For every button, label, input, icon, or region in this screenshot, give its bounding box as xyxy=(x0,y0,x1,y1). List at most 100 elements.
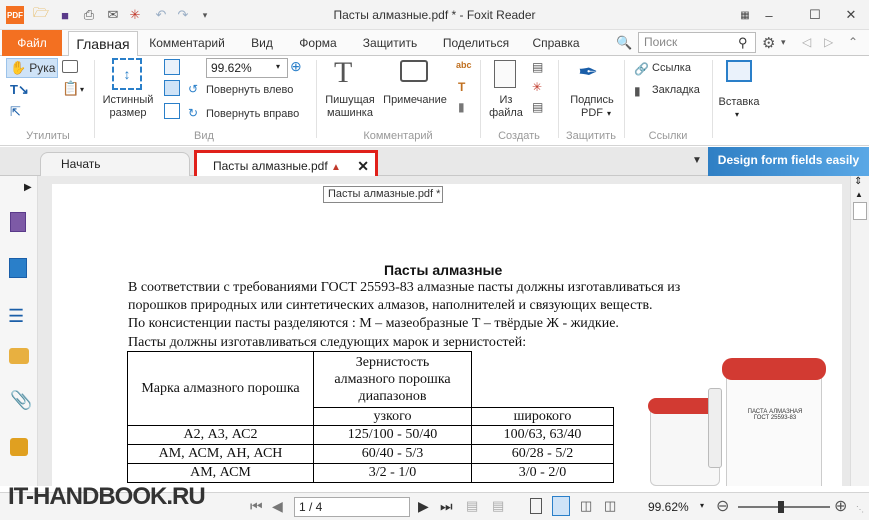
create-clipboard-icon[interactable]: ✳ xyxy=(532,80,542,94)
document-viewport[interactable]: Пасты алмазные В соответствии с требован… xyxy=(38,176,850,486)
insert-button[interactable]: Вставка xyxy=(716,96,762,109)
group-label-protect: Защитить xyxy=(566,130,616,142)
last-page-icon[interactable]: ⏭ xyxy=(440,498,453,515)
create-blank-icon[interactable]: ▤ xyxy=(532,60,543,74)
search-icon[interactable]: ⚲ xyxy=(738,35,748,51)
zoom-out-icon[interactable]: ⊖ xyxy=(716,496,729,516)
collapse-ribbon-icon[interactable]: ⌃ xyxy=(848,35,858,49)
expand-panel-icon[interactable]: ▶ xyxy=(24,182,32,193)
next-view-icon[interactable]: ▤ xyxy=(492,498,504,514)
page-number-value: 1 / 4 xyxy=(299,500,323,514)
attachments-panel-icon[interactable]: 📎 xyxy=(10,390,32,411)
insert-dropdown-icon[interactable]: ▾ xyxy=(735,110,739,119)
continuous-page-icon[interactable] xyxy=(552,496,570,516)
hand-tool-button[interactable]: ✋ Рука xyxy=(6,58,58,78)
first-page-icon[interactable]: ⏮ xyxy=(250,498,263,515)
scroll-up-icon[interactable]: ▲ xyxy=(855,190,863,199)
grain-header-line-3: диапазонов xyxy=(358,389,427,404)
settings-gear-icon[interactable]: ⚙ xyxy=(762,34,775,52)
zoom-in-status-icon[interactable]: ⊕ xyxy=(834,496,847,516)
from-file-button[interactable]: Из файла xyxy=(484,94,528,120)
page-number-input[interactable]: 1 / 4 xyxy=(294,497,410,517)
jar-large: ПАСТА АЛМАЗНАЯ ГОСТ 25593-83 xyxy=(726,372,822,486)
reflow-icon[interactable] xyxy=(164,103,180,119)
vertical-scrollbar[interactable]: ⇕ ▲ xyxy=(850,176,869,486)
zoom-slider-thumb[interactable] xyxy=(778,501,784,513)
rotate-left-icon[interactable]: ↺ xyxy=(188,82,198,96)
close-icon[interactable]: ✕ xyxy=(840,4,862,26)
typewriter-icon[interactable]: T xyxy=(334,56,352,90)
tab-start[interactable]: Начать xyxy=(40,152,190,176)
prev-view-icon[interactable]: ▤ xyxy=(466,498,478,514)
tab-home[interactable]: Главная xyxy=(68,31,138,57)
rotate-left-button[interactable]: Повернуть влево xyxy=(206,84,293,97)
layers-panel-icon[interactable]: ☰ xyxy=(8,306,24,327)
rotate-right-button[interactable]: Повернуть вправо xyxy=(206,108,299,121)
tab-active-label: Пасты алмазные.pdf xyxy=(213,159,328,173)
actual-size-icon[interactable]: ↕ xyxy=(112,58,142,90)
find-folder-icon[interactable]: 🔍 xyxy=(616,35,632,51)
nav-back-icon[interactable]: ◁ xyxy=(802,35,811,49)
bookmark-icon[interactable]: ▮ xyxy=(634,84,641,98)
bookmarks-panel-icon[interactable] xyxy=(10,212,26,232)
tab-view[interactable]: Вид xyxy=(240,30,284,56)
insert-icon[interactable] xyxy=(726,60,752,82)
snapshot-icon[interactable] xyxy=(62,60,78,73)
zoom-dropdown-icon[interactable]: ▾ xyxy=(700,501,704,510)
zoom-dropdown-icon[interactable]: ▾ xyxy=(276,62,280,71)
pages-panel-icon[interactable] xyxy=(9,258,27,278)
select-annotation-icon[interactable]: ⇱ xyxy=(10,104,21,120)
facing-page-icon[interactable]: ◫ xyxy=(580,498,592,514)
prev-page-icon[interactable]: ◀ xyxy=(272,498,283,515)
actual-size-button[interactable]: Истинный размер xyxy=(98,94,158,120)
tab-list-dropdown-icon[interactable]: ▼ xyxy=(692,155,702,166)
zoom-in-icon[interactable]: ⊕ xyxy=(290,58,302,75)
scrollbar-thumb[interactable] xyxy=(853,202,867,220)
tab-protect[interactable]: Защитить xyxy=(356,30,424,56)
link-button[interactable]: Ссылка xyxy=(652,62,691,75)
select-text-icon[interactable]: T↘ xyxy=(10,82,29,98)
tab-help[interactable]: Справка xyxy=(526,30,586,56)
tab-close-icon[interactable]: ✕ xyxy=(357,158,369,175)
single-page-icon[interactable] xyxy=(530,498,542,514)
table-cell: 3/2 - 1/0 xyxy=(313,463,472,483)
create-scan-icon[interactable]: ▤ xyxy=(532,100,543,114)
maximize-icon[interactable]: ☐ xyxy=(804,4,826,26)
banner-label: Design form fields easily xyxy=(717,153,860,167)
link-icon[interactable]: 🔗 xyxy=(634,62,649,76)
note-icon[interactable] xyxy=(400,60,428,82)
note-button[interactable]: Примечание xyxy=(380,94,450,107)
nav-forward-icon[interactable]: ▷ xyxy=(824,35,833,49)
settings-dropdown-icon[interactable]: ▾ xyxy=(781,37,786,48)
rotate-right-icon[interactable]: ↻ xyxy=(188,106,198,120)
typewriter-label-2: машинка xyxy=(327,107,373,119)
minimize-icon[interactable]: – xyxy=(758,4,780,26)
next-page-icon[interactable]: ▶ xyxy=(418,498,429,515)
sign-pen-icon[interactable]: ✒ xyxy=(578,58,598,87)
typewriter-button[interactable]: Пишущая машинка xyxy=(322,94,378,120)
fit-page-icon[interactable] xyxy=(164,59,180,75)
text-format-icon[interactable]: T xyxy=(458,80,465,94)
clipboard-dropdown-icon[interactable]: ▾ xyxy=(80,85,84,94)
bookmark-button[interactable]: Закладка xyxy=(652,84,700,97)
split-view-icon[interactable]: ⇕ xyxy=(854,176,862,187)
sign-dropdown-icon[interactable]: ▾ xyxy=(607,109,611,118)
sign-pdf-button[interactable]: Подпись PDF xyxy=(564,94,620,120)
spellcheck-icon[interactable]: abc xyxy=(456,60,472,70)
restore-small-icon[interactable]: ▦ xyxy=(734,4,756,26)
table-cell: 60/40 - 5/3 xyxy=(313,444,472,464)
tab-share[interactable]: Поделиться xyxy=(436,30,516,56)
security-lock-icon[interactable] xyxy=(10,438,28,456)
stamp-icon[interactable]: ▮ xyxy=(458,100,465,114)
tab-file[interactable]: Файл xyxy=(2,30,62,56)
group-label-create: Создать xyxy=(498,130,540,142)
clipboard-icon[interactable]: 📋 xyxy=(62,80,79,97)
fit-width-icon[interactable] xyxy=(164,80,180,96)
tab-form[interactable]: Форма xyxy=(292,30,344,56)
comments-panel-icon[interactable] xyxy=(9,348,29,364)
design-form-banner[interactable]: Design form fields easily xyxy=(708,147,869,176)
zoom-slider[interactable] xyxy=(738,501,830,513)
tab-comment[interactable]: Комментарий xyxy=(144,30,230,56)
from-file-icon[interactable] xyxy=(494,60,516,88)
continuous-facing-icon[interactable]: ◫ xyxy=(604,498,616,514)
